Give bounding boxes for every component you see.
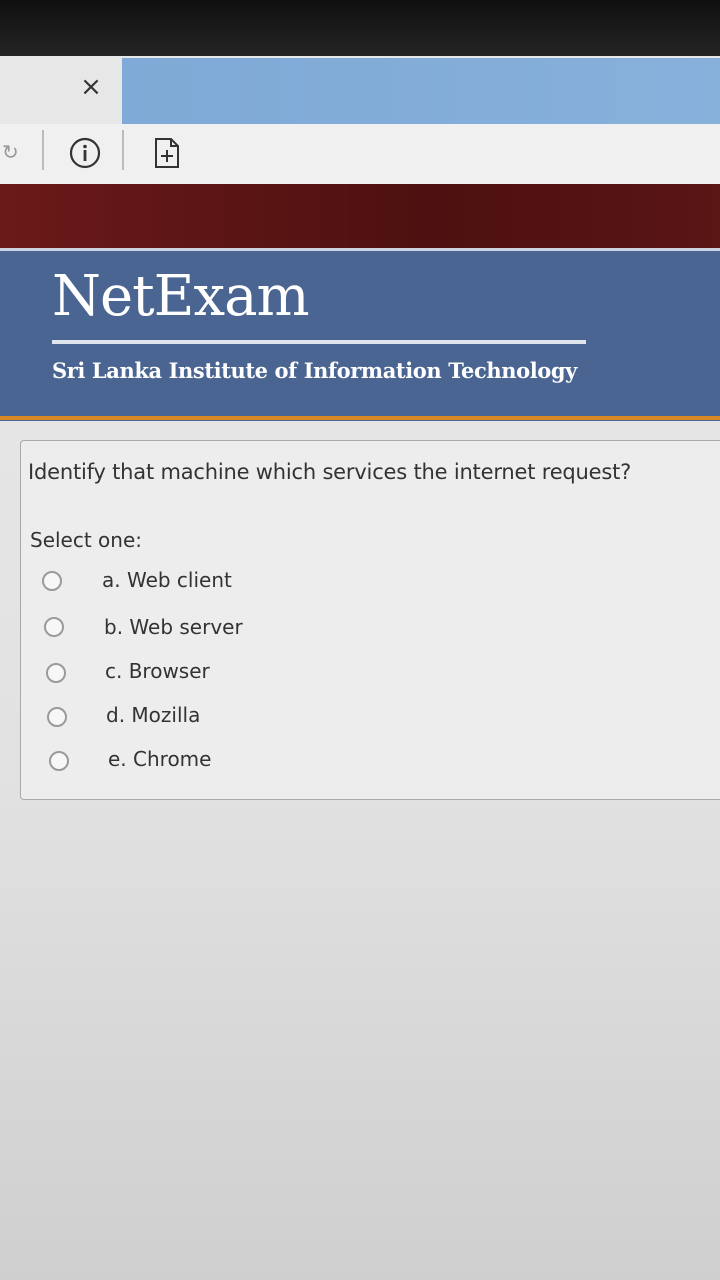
option-b[interactable] [44, 612, 64, 642]
radio-button[interactable] [42, 571, 62, 591]
radio-button[interactable] [44, 617, 64, 637]
close-icon[interactable]: × [74, 70, 108, 104]
logo-underline [52, 340, 586, 344]
institute-subtitle: Sri Lanka Institute of Information Techn… [52, 358, 577, 383]
option-label[interactable]: d. Mozilla [106, 703, 200, 727]
info-icon[interactable] [68, 136, 102, 170]
option-d[interactable] [47, 702, 67, 732]
netexam-logo: NetExam [52, 264, 310, 329]
question-text: Identify that machine which services the… [28, 460, 632, 484]
toolbar-separator [42, 130, 44, 170]
option-label[interactable]: b. Web server [104, 615, 243, 639]
new-page-icon[interactable] [152, 136, 182, 170]
radio-button[interactable] [47, 707, 67, 727]
option-c[interactable] [46, 658, 66, 688]
option-label[interactable]: e. Chrome [108, 747, 211, 771]
select-one-label: Select one: [30, 528, 143, 552]
active-tab[interactable] [122, 58, 720, 124]
radio-button[interactable] [46, 663, 66, 683]
reload-icon[interactable]: ↻ [2, 140, 19, 164]
toolbar-separator [122, 130, 124, 170]
header-accent-stripe [0, 416, 720, 420]
option-label[interactable]: c. Browser [105, 659, 210, 683]
page-top-band [0, 184, 720, 248]
option-e[interactable] [49, 746, 69, 776]
option-a[interactable] [42, 566, 62, 596]
radio-button[interactable] [49, 751, 69, 771]
address-bar [0, 124, 720, 186]
option-label[interactable]: a. Web client [102, 568, 232, 592]
